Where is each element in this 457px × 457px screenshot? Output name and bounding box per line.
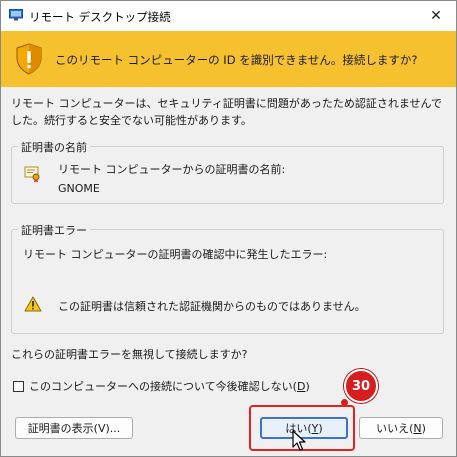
no-button[interactable]: いいえ(N) bbox=[359, 417, 443, 439]
dont-ask-again-option[interactable]: このコンピューターへの接続について今後確認しない(D) bbox=[13, 378, 310, 394]
cert-name-label: リモート コンピューターからの証明書の名前: bbox=[58, 163, 286, 176]
dont-ask-again-label: このコンピューターへの接続について今後確認しない(D) bbox=[29, 380, 310, 393]
view-certificate-button[interactable]: 証明書の表示(V)... bbox=[15, 417, 133, 439]
title-bar: リモート デスクトップ接続 ✕ bbox=[1, 1, 456, 31]
close-button[interactable]: ✕ bbox=[416, 1, 456, 31]
cert-name-group: 証明書の名前 リモート コンピューターからの証明書の名前: GNOME bbox=[11, 139, 444, 204]
warning-icon bbox=[24, 296, 42, 312]
cert-error-label: リモート コンピューターの証明書の確認中に発生したエラー: bbox=[23, 248, 328, 261]
intro-text: リモート コンピューターは、セキュリティ証明書に問題があったため認証されませんで… bbox=[11, 97, 442, 127]
no-button-label: いいえ(N) bbox=[376, 422, 426, 435]
window-title: リモート デスクトップ接続 bbox=[29, 10, 171, 24]
banner-message: このリモート コンピューターの ID を識別できません。接続しますか? bbox=[55, 53, 418, 67]
cert-error-message: この証明書は信頼された認証機関からのものではありません。 bbox=[58, 300, 366, 313]
warning-banner: このリモート コンピューターの ID を識別できません。接続しますか? bbox=[1, 31, 456, 87]
remote-desktop-dialog: リモート デスクトップ接続 ✕ このリモート コンピューターの ID を識別でき… bbox=[0, 0, 457, 457]
cert-name-legend: 証明書の名前 bbox=[18, 139, 90, 155]
close-icon: ✕ bbox=[430, 8, 442, 24]
warning-shield-icon bbox=[16, 43, 42, 75]
mouse-cursor-icon bbox=[292, 430, 306, 451]
cert-error-group: 証明書エラー リモート コンピューターの証明書の確認中に発生したエラー: この証… bbox=[11, 222, 444, 334]
step-badge-pointer bbox=[341, 399, 348, 406]
step-number-badge: 30 bbox=[344, 369, 378, 403]
remote-desktop-icon bbox=[9, 9, 23, 21]
cert-error-legend: 証明書エラー bbox=[18, 222, 90, 238]
dont-ask-again-checkbox[interactable] bbox=[13, 380, 24, 392]
cert-name-value: GNOME bbox=[58, 182, 100, 195]
certificate-icon bbox=[24, 166, 40, 183]
ignore-errors-question: これらの証明書エラーを無視して接続しますか? bbox=[11, 348, 248, 361]
